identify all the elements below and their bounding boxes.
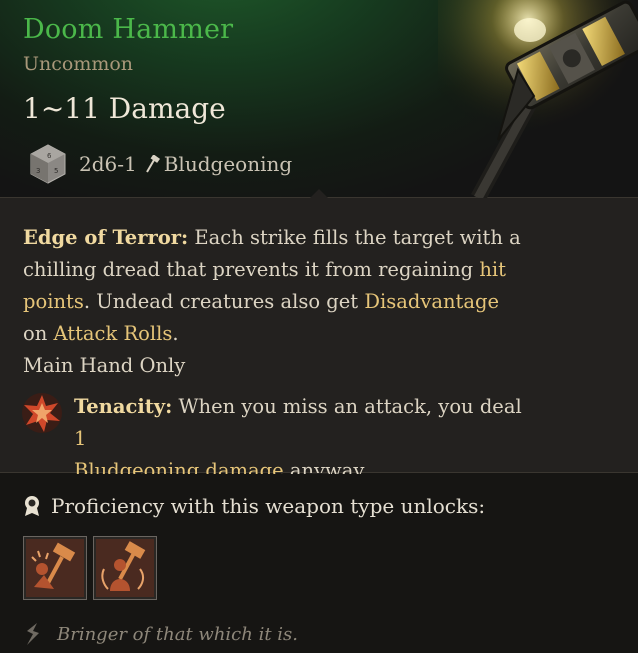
damage-dice: 2d6-1 <box>79 152 137 176</box>
item-tooltip: Doom Hammer Uncommon 1~11 Damage 6 3 5 2… <box>0 0 638 653</box>
proficiency-section: Proficiency with this weapon type unlock… <box>0 474 638 653</box>
keyword-disadvantage[interactable]: Disadvantage <box>364 290 499 313</box>
damage-type: Bludgeoning <box>163 152 293 176</box>
d6-dice-icon: 6 3 5 <box>30 144 66 184</box>
main-hand-restriction: Main Hand Only <box>23 354 186 377</box>
bludgeoning-icon <box>145 155 160 173</box>
svg-text:5: 5 <box>54 167 58 175</box>
flavor-text: Bringer of that which it is. <box>57 623 298 645</box>
damage-dice-row: 6 3 5 2d6-1 Bludgeoning <box>27 144 292 184</box>
svg-text:6: 6 <box>47 152 52 160</box>
svg-text:3: 3 <box>36 167 40 175</box>
proficiency-label: Proficiency with this weapon type unlock… <box>51 494 486 518</box>
tenacity-name: Tenacity: <box>74 395 173 418</box>
unlocked-actions <box>23 536 163 600</box>
passive-name: Edge of Terror: <box>23 226 189 249</box>
damage-range: 1~11 Damage <box>23 92 226 125</box>
edge-of-terror-description: Edge of Terror: Each strike fills the ta… <box>23 226 521 345</box>
tenacity-description: Tenacity: When you miss an attack, you d… <box>74 395 522 482</box>
rush-attack-icon <box>96 539 154 597</box>
tooltip-header: Doom Hammer Uncommon 1~11 Damage 6 3 5 2… <box>0 0 638 198</box>
passive-section: Edge of Terror: Each strike fills the ta… <box>0 198 638 482</box>
tenacity-row: Tenacity: When you miss an attack, you d… <box>20 391 540 487</box>
rush-attack-action[interactable] <box>93 536 157 600</box>
proficiency-icon <box>25 496 39 516</box>
concussive-smash-action[interactable] <box>23 536 87 600</box>
tenacity-damage-amount: 1 <box>74 427 87 450</box>
flavor-quill-icon <box>27 623 39 645</box>
item-rarity: Uncommon <box>23 53 134 75</box>
tenacity-icon <box>22 393 62 433</box>
keyword-attack-rolls[interactable]: Attack Rolls <box>54 322 173 345</box>
doom-hammer-image <box>438 0 638 198</box>
concussive-smash-icon <box>26 539 84 597</box>
item-name: Doom Hammer <box>23 14 234 45</box>
